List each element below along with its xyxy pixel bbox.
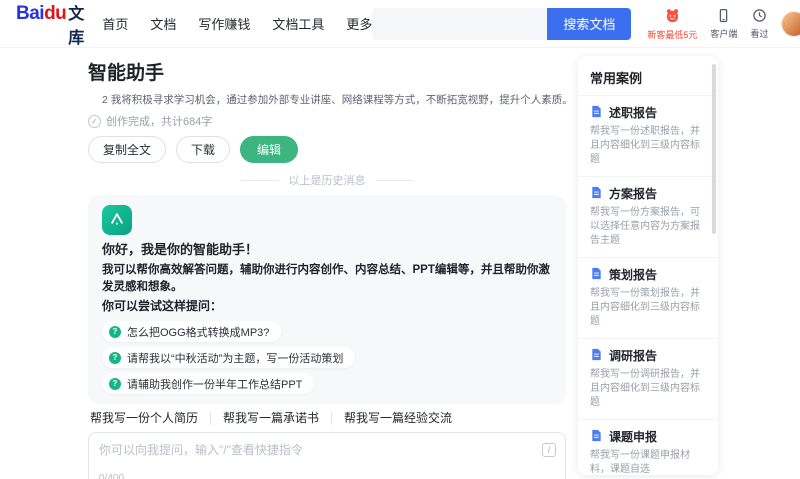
shortcut-command-icon[interactable]: / [542, 443, 556, 457]
seen-label: 看过 [750, 28, 769, 39]
example-question-3[interactable]: ? 请辅助我创作一份半年工作总结PPT [102, 373, 315, 394]
history-divider-text: 以上是历史消息 [288, 175, 366, 187]
case-item-diaoyan[interactable]: 调研报告 帮我写一份调研报告，并且内容细化到三级内容标题 [578, 338, 718, 419]
case-item-cehua[interactable]: 策划报告 帮我写一份策划报告，并且内容细化到三级内容标题 [578, 257, 718, 338]
assistant-main: 智能助手 2 我将积极寻求学习机会，通过参加外部专业讲座、网络课程等方式，不断拓… [88, 56, 566, 479]
assistant-avatar [102, 205, 132, 235]
question-icon: ? [109, 325, 121, 338]
nav-item-tools[interactable]: 文档工具 [272, 14, 324, 33]
download-button[interactable]: 下载 [176, 136, 231, 163]
assistant-message: 你好，我是你的智能助手！ 我可以帮你高效解答问题，辅助你进行内容创作、内容总结、… [88, 195, 566, 404]
generated-doc-tail: 2 我将积极寻求学习机会，通过参加外部专业讲座、网络课程等方式，不断拓宽视野，提… [102, 94, 566, 106]
client-label: 客户端 [710, 28, 738, 39]
quick-suggestions: 帮我写一份个人简历 帮我写一篇承诺书 帮我写一篇经验交流 [88, 412, 566, 425]
char-counter: 0/400 [99, 473, 125, 479]
suggestion-resume[interactable]: 帮我写一份个人简历 [88, 412, 212, 425]
top-navbar: Bai du 文库 首页 文档 写作赚钱 文档工具 更多 搜索文档 新客最低5元 [0, 0, 800, 48]
user-avatar[interactable] [781, 10, 800, 37]
document-icon [590, 105, 603, 121]
search-input[interactable] [372, 7, 548, 40]
suggestion-commitment[interactable]: 帮我写一篇承诺书 [211, 412, 333, 425]
case-title: 调研报告 [609, 349, 658, 363]
example-questions: ? 怎么把OGG格式转换成MP3? ? 请帮我以“中秋活动”为主题，写一份活动策… [102, 321, 552, 394]
generation-status-text: 创作完成，共计684字 [106, 116, 213, 128]
generation-status: ✓ 创作完成，共计684字 [88, 113, 566, 129]
assistant-try-label: 你可以尝试这样提问： [102, 299, 223, 313]
logo-du: du [44, 2, 67, 24]
common-cases-panel: 常用案例 述职报告 帮我写一份述职报告，并且内容细化到三级内容标题 方案报告 帮… [578, 56, 718, 475]
cases-panel-title: 常用案例 [590, 71, 643, 86]
example-question-text: 请辅助我创作一份半年工作总结PPT [127, 378, 303, 391]
edit-button[interactable]: 编辑 [240, 136, 299, 163]
promo-label: 新客最低5元 [647, 29, 698, 40]
main-nav: 首页 文档 写作赚钱 文档工具 更多 [102, 14, 372, 33]
phone-icon [716, 8, 731, 26]
case-desc: 帮我写一份策划报告，并且内容细化到三级内容标题 [590, 288, 700, 327]
nav-item-home[interactable]: 首页 [102, 14, 128, 33]
nav-item-more[interactable]: 更多 [346, 14, 372, 33]
case-item-fangan[interactable]: 方案报告 帮我写一份方案报告，可以选择任意内容为方案报告主题 [578, 176, 718, 257]
nav-item-docs[interactable]: 文档 [150, 14, 176, 33]
copy-all-button[interactable]: 复制全文 [88, 136, 167, 163]
search-bar: 搜索文档 [372, 7, 632, 40]
page-body: 智能助手 2 我将积极寻求学习机会，通过参加外部专业讲座、网络课程等方式，不断拓… [0, 48, 800, 479]
history-divider: 以上是历史消息 [88, 172, 566, 188]
nav-item-earn[interactable]: 写作赚钱 [198, 14, 250, 33]
suggestion-experience[interactable]: 帮我写一篇经验交流 [332, 412, 464, 425]
search-docs-button[interactable]: 搜索文档 [547, 7, 632, 40]
example-question-2[interactable]: ? 请帮我以“中秋活动”为主题，写一份活动策划 [102, 347, 356, 368]
example-question-text: 怎么把OGG格式转换成MP3? [127, 326, 270, 339]
document-icon [590, 348, 603, 364]
page-title: 智能助手 [88, 63, 165, 84]
document-icon [590, 267, 603, 283]
case-desc: 帮我写一份述职报告，并且内容细化到三级内容标题 [590, 126, 700, 165]
case-title: 课题申报 [609, 430, 658, 444]
case-desc: 帮我写一份方案报告，可以选择任意内容为方案报告主题 [590, 207, 700, 246]
logo-product: 文库 [68, 5, 85, 47]
case-desc: 帮我写一份课题申报材料，课题自选 [590, 450, 690, 475]
case-desc: 帮我写一份调研报告，并且内容细化到三级内容标题 [590, 369, 700, 408]
assistant-greeting: 你好，我是你的智能助手！ [102, 242, 259, 257]
case-title: 述职报告 [609, 106, 658, 120]
mascot-icon [664, 7, 681, 27]
sidebar-scrollbar[interactable] [712, 64, 716, 234]
document-icon [590, 186, 603, 202]
document-icon [590, 429, 603, 445]
new-user-promo[interactable]: 新客最低5元 [647, 7, 697, 41]
question-icon: ? [109, 377, 121, 390]
assistant-avatar-icon [108, 210, 126, 231]
prompt-input-box: / 0/400 [88, 432, 566, 479]
case-item-shuzhi[interactable]: 述职报告 帮我写一份述职报告，并且内容细化到三级内容标题 [578, 95, 718, 176]
check-icon: ✓ [88, 114, 101, 128]
example-question-1[interactable]: ? 怎么把OGG格式转换成MP3? [102, 321, 282, 342]
question-icon: ? [109, 351, 121, 364]
assistant-intro: 我可以帮你高效解答问题，辅助你进行内容创作、内容总结、PPT编辑等，并且帮助你激… [102, 264, 550, 293]
case-title: 方案报告 [609, 187, 658, 201]
logo-bai: Bai [16, 2, 45, 24]
client-download[interactable]: 客户端 [710, 8, 737, 40]
prompt-input[interactable] [99, 441, 535, 471]
doc-actions: 复制全文 下载 编辑 [88, 136, 566, 163]
example-question-text: 请帮我以“中秋活动”为主题，写一份活动策划 [127, 352, 344, 365]
clock-icon [752, 8, 767, 26]
baidu-wenku-logo[interactable]: Bai du 文库 [16, 0, 84, 48]
case-item-keti[interactable]: 课题申报 帮我写一份课题申报材料，课题自选 [578, 419, 718, 475]
navbar-right: 新客最低5元 客户端 看过 [647, 7, 800, 41]
history-seen[interactable]: 看过 [750, 8, 768, 40]
case-title: 策划报告 [609, 268, 658, 282]
